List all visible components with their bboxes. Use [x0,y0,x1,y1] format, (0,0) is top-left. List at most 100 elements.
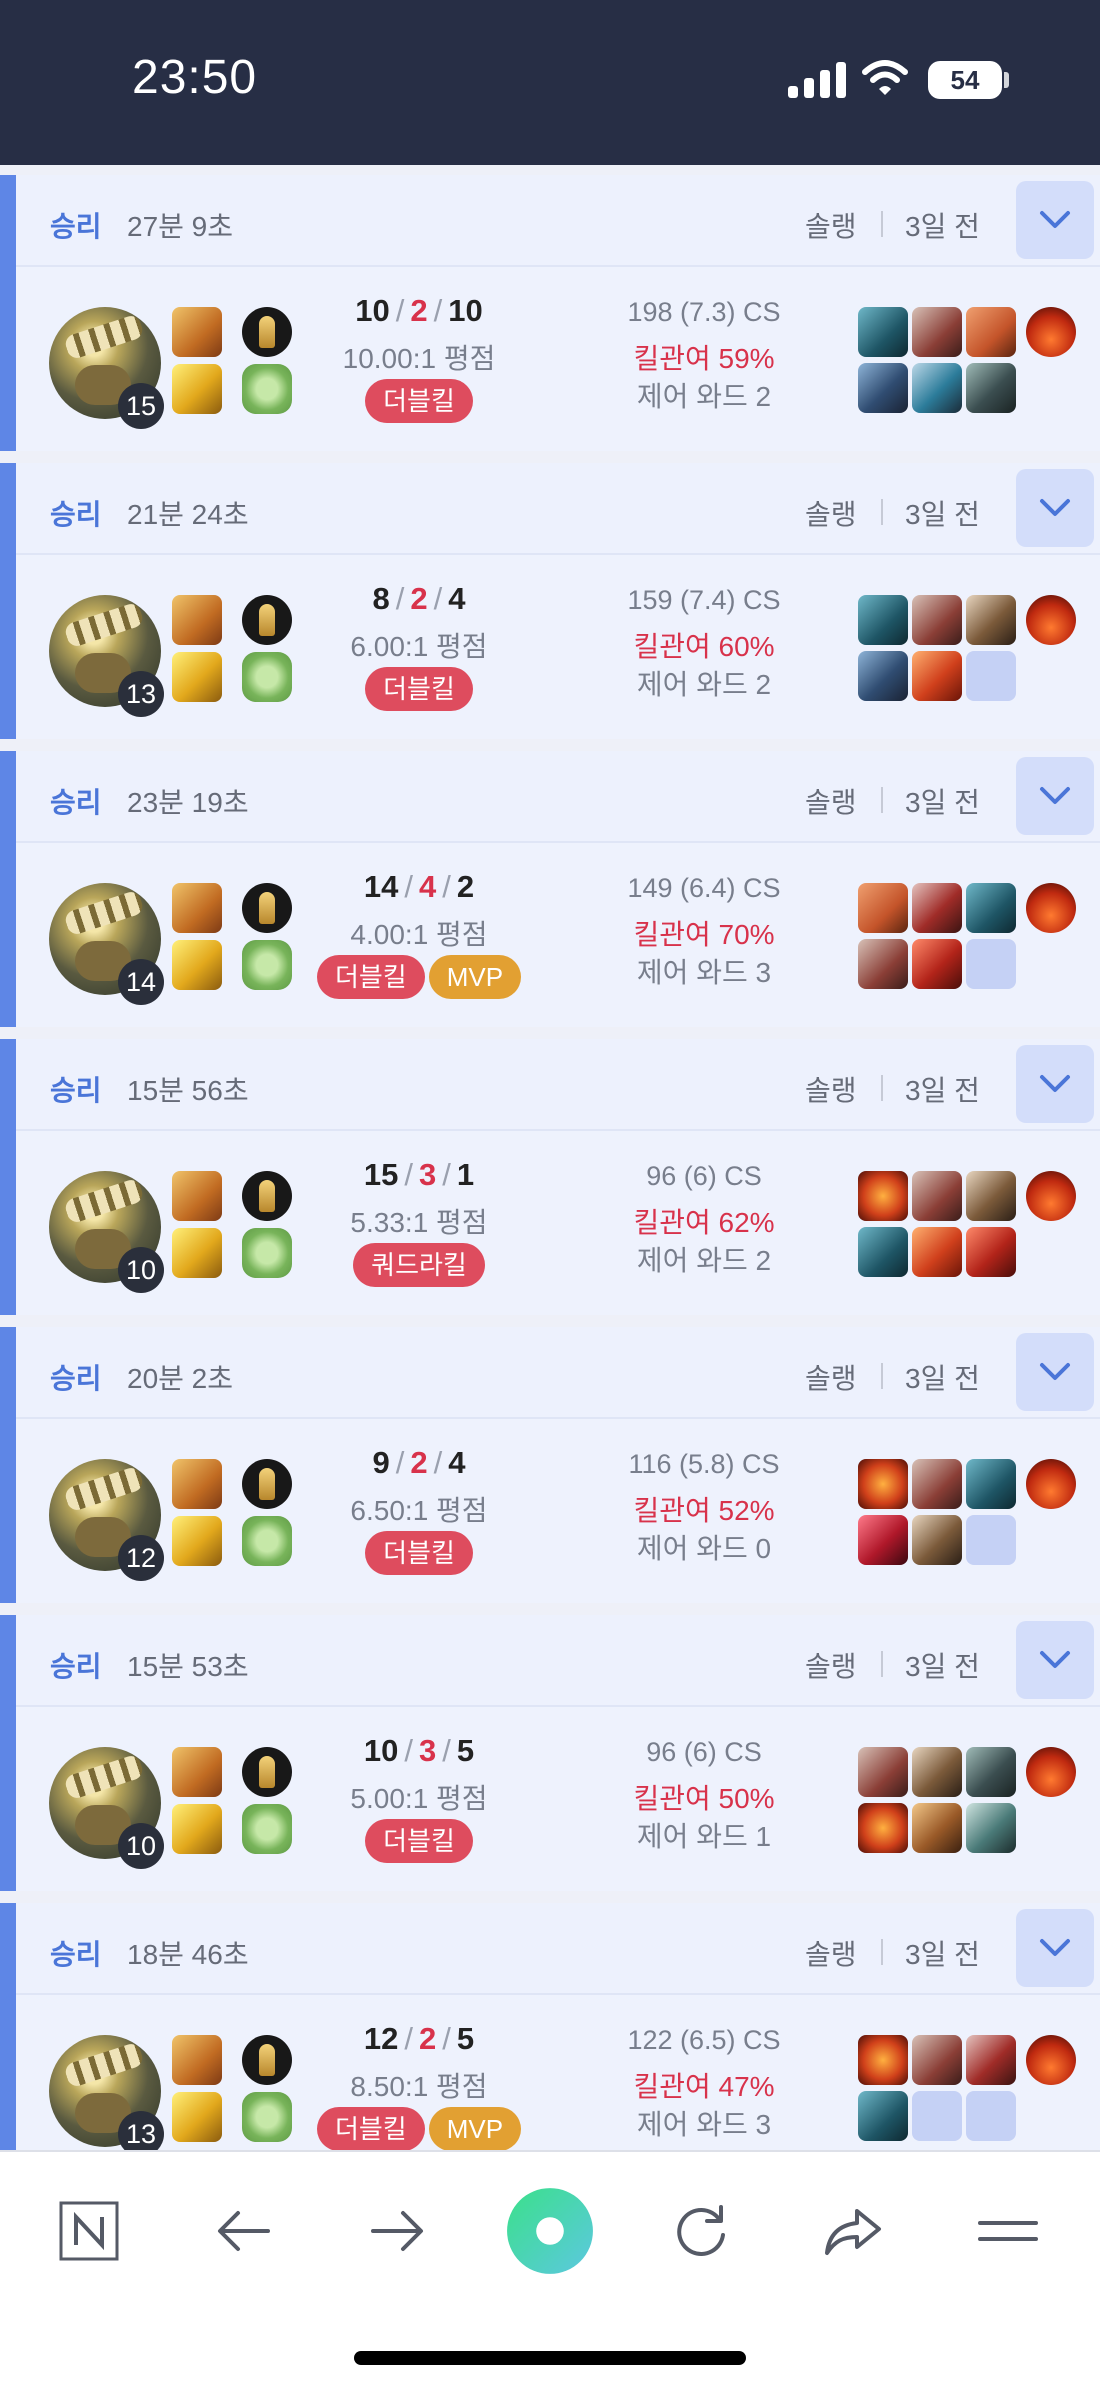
kill-participation: 킬관여 62% [633,1207,775,1238]
creep-score: 122 (6.5) CS [627,2025,781,2055]
match-header: 승리 15분 53초 솔랭 3일 전 [16,1615,1100,1707]
expand-match-button[interactable] [1016,1909,1094,1987]
multikill-badges: 더블킬 [266,1819,572,1863]
time-ago: 3일 전 [905,211,980,242]
assists: 4 [448,1445,466,1480]
chevron-down-icon [1040,1939,1070,1956]
kill-participation: 킬관여 70% [633,919,775,950]
expand-match-button[interactable] [1016,1621,1094,1699]
item-slot-icon [858,1459,908,1509]
naver-home-button[interactable] [44,2186,134,2276]
match-header: 승리 23분 19초 솔랭 3일 전 [16,751,1100,843]
forward-button[interactable] [352,2186,442,2276]
item-slot-icon [912,307,962,357]
expand-match-button[interactable] [1016,469,1094,547]
match-card[interactable]: 승리 15분 53초 솔랭 3일 전 10 10/3/5 5.00:1 평점 더… [0,1615,1100,1891]
match-result: 승리 [50,1075,102,1106]
signal-icon [788,60,846,98]
match-header: 승리 15분 56초 솔랭 3일 전 [16,1039,1100,1131]
match-body: 13 12/2/5 8.50:1 평점 더블킬 MVP 122 (6.5) CS … [16,1995,1100,2150]
queue-type: 솔랭 [805,1939,857,1970]
share-button[interactable] [808,2186,898,2276]
empty-item-slot [966,2091,1016,2141]
expand-match-button[interactable] [1016,1045,1094,1123]
kda-ratio: 4.00:1 평점 [350,919,488,950]
menu-icon [978,2221,1038,2241]
summoner-spell-flash-icon [172,364,222,414]
item-slot-icon [966,595,1016,645]
win-accent-bar [0,1327,16,1603]
expand-match-button[interactable] [1016,757,1094,835]
status-time: 23:50 [132,51,258,104]
win-accent-bar [0,1903,16,2150]
summoner-spell-ignite-icon [172,1747,222,1797]
queue-type: 솔랭 [805,1075,857,1106]
win-accent-bar [0,751,16,1027]
chevron-down-icon [1040,1363,1070,1380]
item-slot-icon [858,595,908,645]
forward-arrow-icon [371,2211,423,2251]
kills: 12 [363,2021,399,2056]
chevron-down-icon [1040,211,1070,228]
match-history-list[interactable]: 승리 27분 9초 솔랭 3일 전 15 10/2/10 10.00:1 평점 … [0,165,1100,2150]
battery-indicator: 54 [928,61,1002,99]
kda-ratio: 6.00:1 평점 [350,631,488,662]
header-divider [881,787,883,813]
item-slot-icon [858,2035,908,2085]
time-ago: 3일 전 [905,1363,980,1394]
queue-type: 솔랭 [805,211,857,242]
trinket-oracle-icon [1026,1171,1076,1221]
multikill-badges: 더블킬 MVP [266,955,572,999]
item-slot-icon [858,939,908,989]
refresh-button[interactable] [656,2186,746,2276]
summoner-spell-ignite-icon [172,883,222,933]
champion-level: 13 [118,671,164,717]
deaths: 4 [418,869,437,904]
summoner-spell-flash-icon [172,1804,222,1854]
assists: 2 [456,869,475,904]
kills: 8 [372,581,390,616]
green-dot-button[interactable] [505,2186,595,2276]
item-slot-icon [858,2091,908,2141]
wifi-icon [862,60,908,95]
match-body: 10 15/3/1 5.33:1 평점 쿼드라킬 96 (6) CS 킬관여 6… [16,1131,1100,1315]
match-duration: 18분 46초 [127,1939,249,1970]
item-slot-icon [966,883,1016,933]
item-slot-icon [858,363,908,413]
assists: 5 [456,2021,475,2056]
item-slot-icon [966,363,1016,413]
item-slot-icon [966,1803,1016,1853]
multikill-badge: 더블킬 [365,1531,473,1575]
item-slot-icon [858,1747,908,1797]
item-slot-icon [912,1459,962,1509]
green-dot-home-icon [507,2188,593,2274]
match-duration: 21분 24초 [127,499,249,530]
item-slot-icon [912,363,962,413]
item-slot-icon [912,1747,962,1797]
back-button[interactable] [199,2186,289,2276]
expand-match-button[interactable] [1016,181,1094,259]
match-card[interactable]: 승리 20분 2초 솔랭 3일 전 12 9/2/4 6.50:1 평점 더블킬… [0,1327,1100,1603]
kda-ratio: 8.50:1 평점 [350,2071,488,2102]
back-arrow-icon [218,2211,270,2251]
match-card[interactable]: 승리 21분 24초 솔랭 3일 전 13 8/2/4 6.00:1 평점 더블… [0,463,1100,739]
kda-ratio: 10.00:1 평점 [342,343,496,374]
header-divider [881,1651,883,1677]
header-divider [881,1363,883,1389]
match-header: 승리 27분 9초 솔랭 3일 전 [16,175,1100,267]
match-card[interactable]: 승리 23분 19초 솔랭 3일 전 14 14/4/2 4.00:1 평점 더… [0,751,1100,1027]
menu-button[interactable] [963,2186,1053,2276]
empty-item-slot [966,939,1016,989]
chevron-down-icon [1040,1651,1070,1668]
expand-match-button[interactable] [1016,1333,1094,1411]
match-card[interactable]: 승리 18분 46초 솔랭 3일 전 13 12/2/5 8.50:1 평점 더… [0,1903,1100,2150]
refresh-icon [677,2205,725,2256]
match-card[interactable]: 승리 15분 56초 솔랭 3일 전 10 15/3/1 5.33:1 평점 쿼… [0,1039,1100,1315]
creep-score: 198 (7.3) CS [627,297,781,327]
kills: 9 [372,1445,390,1480]
kills: 15 [363,1157,399,1192]
match-card[interactable]: 승리 27분 9초 솔랭 3일 전 15 10/2/10 10.00:1 평점 … [0,175,1100,451]
match-body: 14 14/4/2 4.00:1 평점 더블킬 MVP 149 (6.4) CS … [16,843,1100,1027]
kill-participation: 킬관여 59% [633,343,775,374]
match-result: 승리 [50,499,102,530]
